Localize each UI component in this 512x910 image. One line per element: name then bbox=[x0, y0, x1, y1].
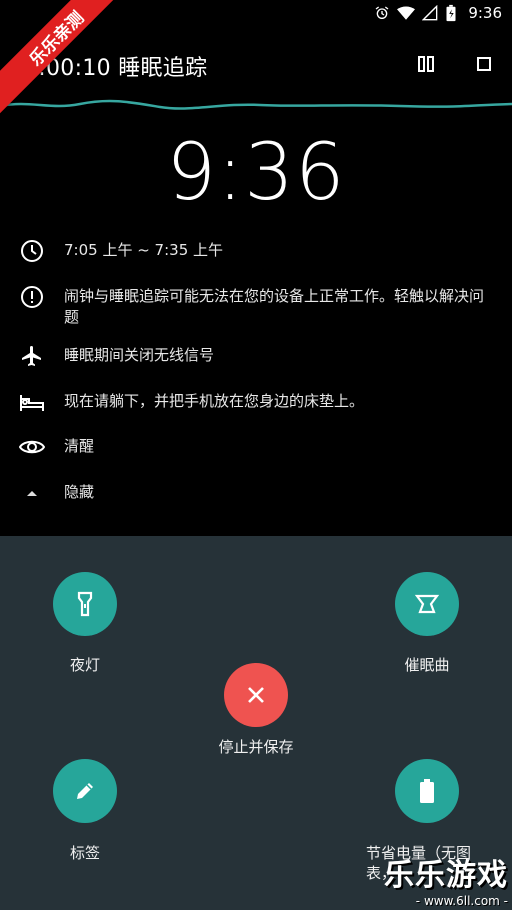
power-save-button[interactable] bbox=[395, 759, 459, 823]
night-light-button[interactable] bbox=[53, 572, 117, 636]
hide-row[interactable]: 隐藏 bbox=[18, 479, 512, 507]
sleep-graph-line bbox=[0, 99, 512, 110]
row-text: 睡眠期间关闭无线信号 bbox=[64, 346, 215, 364]
awake-row[interactable]: 清醒 bbox=[18, 433, 512, 461]
bed-icon bbox=[18, 388, 46, 416]
stop-button[interactable] bbox=[472, 52, 496, 76]
tag-label: 标签 bbox=[69, 844, 100, 862]
stop-icon bbox=[477, 57, 491, 71]
lullaby-icon bbox=[414, 594, 440, 614]
bed-row[interactable]: 现在请躺下，并把手机放在您身边的床垫上。 bbox=[18, 388, 512, 416]
collapse-arrow-icon bbox=[18, 479, 46, 507]
alert-circle-icon bbox=[18, 283, 46, 311]
status-icons: 9:36 bbox=[374, 4, 502, 22]
row-text: 现在请躺下，并把手机放在您身边的床垫上。 bbox=[64, 392, 365, 410]
lullaby-label: 催眠曲 bbox=[404, 656, 450, 674]
watermark-brand: 乐乐游戏 bbox=[384, 858, 508, 893]
battery-charging-icon bbox=[446, 4, 456, 22]
row-text: 清醒 bbox=[64, 437, 95, 455]
clock-icon bbox=[18, 237, 46, 265]
row-text: 隐藏 bbox=[64, 483, 95, 501]
stop-and-save-label: 停止并保存 bbox=[218, 738, 294, 756]
night-light-label: 夜灯 bbox=[69, 656, 100, 674]
alarm-window-row[interactable]: 7:05 上午 ~ 7:35 上午 bbox=[18, 237, 512, 265]
lullaby-button[interactable] bbox=[395, 572, 459, 636]
status-time: 9:36 bbox=[468, 4, 502, 22]
row-text: 7:05 上午 ~ 7:35 上午 bbox=[64, 241, 224, 259]
alarm-icon bbox=[375, 6, 389, 19]
airplane-icon bbox=[18, 342, 46, 370]
battery-icon bbox=[420, 779, 434, 803]
pause-button[interactable] bbox=[414, 52, 438, 76]
tag-button[interactable] bbox=[53, 759, 117, 823]
device-warning-row[interactable]: 闹钟与睡眠追踪可能无法在您的设备上正常工作。轻触以解决问题 bbox=[18, 283, 512, 328]
eye-icon bbox=[18, 433, 46, 461]
close-icon bbox=[248, 687, 264, 703]
wifi-icon bbox=[397, 6, 416, 20]
flashlight-icon bbox=[77, 591, 93, 617]
current-time: 9:36 bbox=[166, 128, 346, 218]
pencil-icon bbox=[77, 783, 93, 799]
stop-and-save-button[interactable] bbox=[224, 663, 288, 727]
watermark-url: - www.6ll.com - bbox=[415, 894, 508, 908]
airplane-row[interactable]: 睡眠期间关闭无线信号 bbox=[18, 342, 512, 370]
signal-icon bbox=[422, 5, 438, 21]
row-text: 闹钟与睡眠追踪可能无法在您的设备上正常工作。轻触以解决问题 bbox=[64, 287, 485, 326]
watermark-logo: 乐乐游戏 - www.6ll.com - bbox=[384, 850, 508, 908]
pause-icon bbox=[418, 56, 434, 72]
